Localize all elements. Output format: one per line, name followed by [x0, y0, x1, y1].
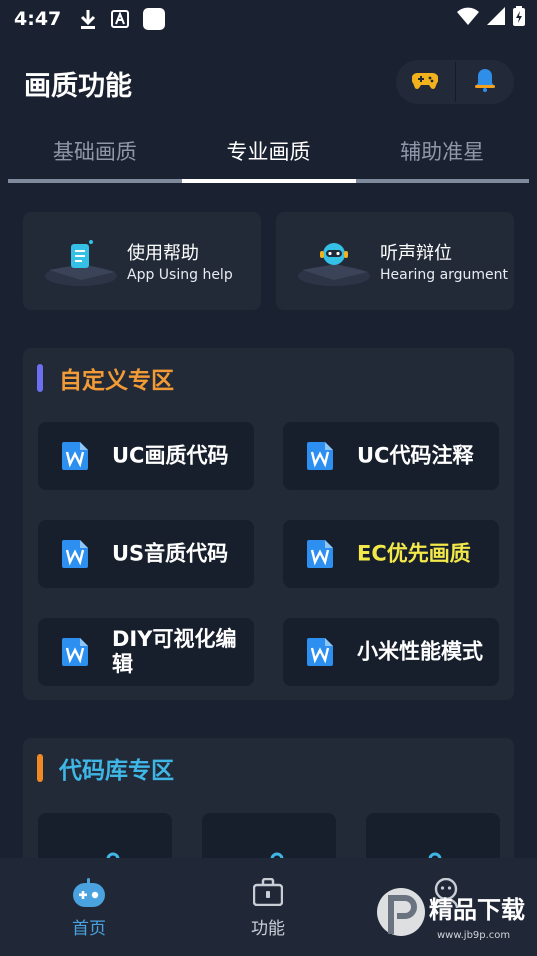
doc-w-icon [62, 540, 88, 568]
download-icon [79, 9, 97, 29]
button-label: EC优先画质 [357, 541, 471, 566]
section-accent-bar [37, 754, 43, 782]
watermark-logo: 精品下载 www.jb9p.com [371, 880, 531, 950]
help-card-hearing[interactable]: 听声辩位 Hearing argument [276, 212, 514, 310]
button-label: UC代码注释 [357, 443, 474, 468]
nav-label: 功能 [251, 919, 285, 939]
tab-bar: 基础画质 专业画质 辅助准星 [8, 124, 529, 184]
xiaomi-performance-button[interactable]: 小米性能模式 [283, 618, 499, 686]
watermark-url: www.jb9p.com [437, 930, 510, 941]
section-header: 代码库专区 [37, 752, 174, 784]
nav-home[interactable]: 首页 [29, 858, 149, 956]
font-a-icon [111, 10, 130, 28]
doc-w-icon [307, 638, 333, 666]
header-actions [396, 60, 514, 104]
us-audio-code-button[interactable]: US音质代码 [38, 520, 254, 588]
section-accent-bar [37, 364, 43, 392]
toolbox-icon [252, 877, 284, 910]
doc-w-icon [62, 638, 88, 666]
help-card-subtitle: App Using help [127, 267, 233, 283]
tab-basic-quality[interactable]: 基础画质 [8, 124, 182, 184]
battery-icon [513, 6, 525, 31]
button-label: UC画质代码 [112, 443, 229, 468]
help-card-title: 使用帮助 [127, 243, 199, 264]
diy-visual-edit-button[interactable]: DIY可视化编辑 [38, 618, 254, 686]
app-notification-icon [143, 8, 166, 30]
robot-illustration-icon [296, 234, 372, 290]
watermark-text: 精品下载 [429, 896, 525, 924]
tab-pro-quality[interactable]: 专业画质 [182, 124, 356, 184]
gamepad-icon [72, 878, 106, 912]
nav-label: 首页 [72, 919, 106, 939]
custom-section: 自定义专区 UC画质代码 UC代码注释 US音质代码 EC优先画质 DIY可视化… [23, 348, 514, 700]
game-button[interactable] [396, 60, 455, 104]
ec-priority-quality-button[interactable]: EC优先画质 [283, 520, 499, 588]
bell-icon [474, 68, 496, 96]
tab-crosshair[interactable]: 辅助准星 [355, 124, 529, 184]
section-title: 自定义专区 [59, 368, 174, 394]
help-card-usage[interactable]: 使用帮助 App Using help [23, 212, 261, 310]
doc-w-icon [307, 540, 333, 568]
tab-active-indicator [182, 179, 356, 183]
button-label: US音质代码 [112, 541, 229, 566]
button-label: DIY可视化编辑 [112, 627, 237, 676]
status-time: 4:47 [14, 8, 62, 30]
doc-w-icon [62, 442, 88, 470]
uc-quality-code-button[interactable]: UC画质代码 [38, 422, 254, 490]
page-title: 画质功能 [24, 71, 132, 102]
section-title: 代码库专区 [59, 758, 174, 784]
help-card-title: 听声辩位 [380, 243, 452, 264]
nav-functions[interactable]: 功能 [208, 858, 328, 956]
section-header: 自定义专区 [37, 362, 174, 394]
help-card-subtitle: Hearing argument [380, 267, 509, 283]
doc-w-icon [307, 442, 333, 470]
button-label: 小米性能模式 [357, 639, 483, 664]
uc-code-notes-button[interactable]: UC代码注释 [283, 422, 499, 490]
status-bar: 4:47 [0, 0, 537, 38]
signal-icon [487, 7, 505, 30]
notification-button[interactable] [456, 60, 515, 104]
gamepad-icon [411, 70, 439, 94]
app-header: 画质功能 [0, 56, 537, 112]
document-illustration-icon [43, 234, 119, 290]
wifi-icon [457, 7, 479, 30]
